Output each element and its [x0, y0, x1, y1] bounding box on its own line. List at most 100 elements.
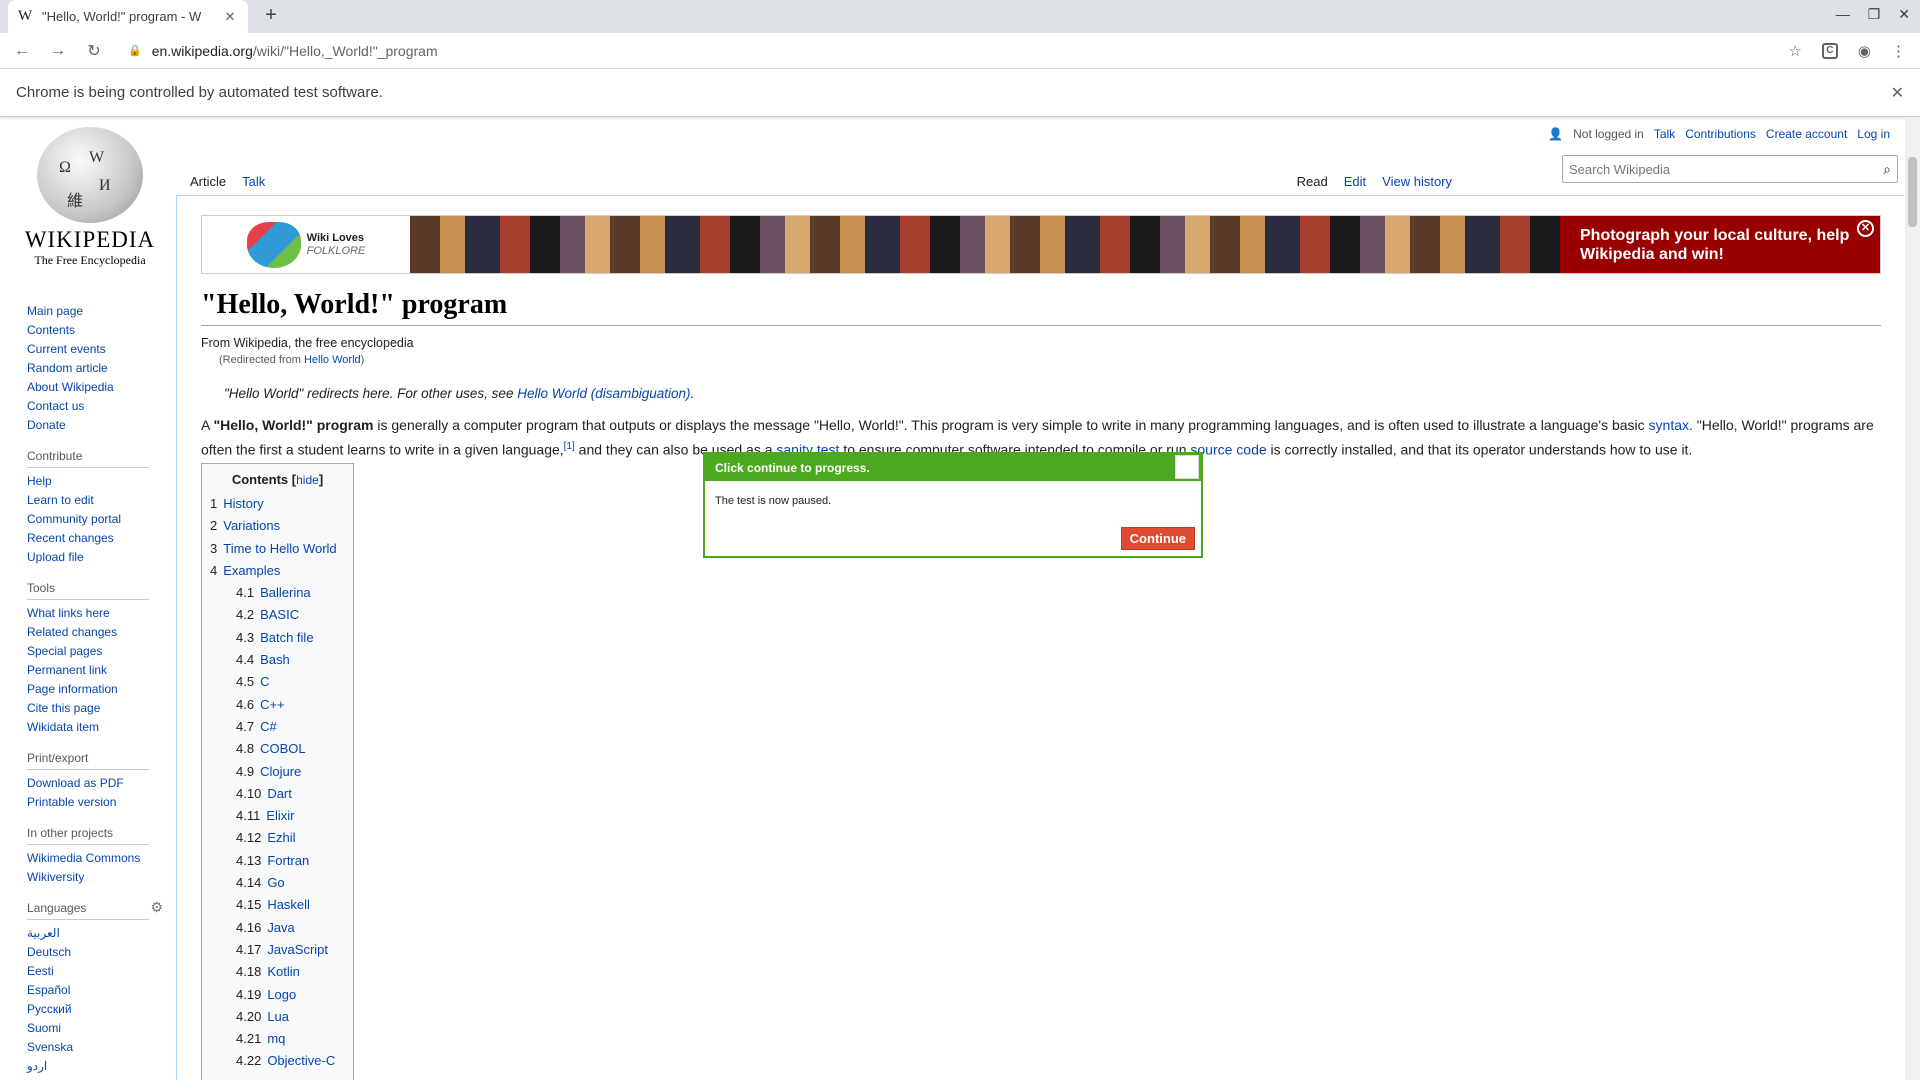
toc-item-link[interactable]: Objective-C	[267, 1053, 335, 1068]
nav-main-page[interactable]: Main page	[27, 304, 83, 318]
minimize-icon[interactable]: —	[1836, 6, 1850, 23]
toc-item[interactable]: 4.16 Java	[210, 917, 345, 939]
toc-item-link[interactable]: Time to Hello World	[223, 541, 336, 556]
toc-item-link[interactable]: Kotlin	[267, 964, 300, 979]
toc-item[interactable]: 4.22 Objective-C	[210, 1050, 345, 1072]
toc-item-link[interactable]: Go	[267, 875, 284, 890]
toc-item[interactable]: 4.4 Bash	[210, 649, 345, 671]
nav-contact[interactable]: Contact us	[27, 399, 84, 413]
lang-svenska[interactable]: Svenska	[27, 1040, 73, 1054]
toc-item-link[interactable]: Fortran	[267, 853, 309, 868]
tab-edit[interactable]: Edit	[1336, 169, 1374, 195]
lang-deutsch[interactable]: Deutsch	[27, 945, 71, 959]
tab-article[interactable]: Article	[182, 169, 234, 195]
nav-contents[interactable]: Contents	[27, 323, 75, 337]
nav-learn-to-edit[interactable]: Learn to edit	[27, 493, 94, 507]
nav-current-events[interactable]: Current events	[27, 342, 106, 356]
toc-item-link[interactable]: Dart	[267, 786, 292, 801]
lang-arabic[interactable]: العربية	[27, 926, 60, 940]
nav-what-links-here[interactable]: What links here	[27, 606, 110, 620]
nav-page-information[interactable]: Page information	[27, 682, 118, 696]
toc-item[interactable]: 4.5 C	[210, 671, 345, 693]
toc-item[interactable]: 4.21 mq	[210, 1028, 345, 1050]
toc-item-link[interactable]: BASIC	[260, 607, 299, 622]
toc-item[interactable]: 4.2 BASIC	[210, 604, 345, 626]
lang-urdu[interactable]: اردو	[27, 1059, 47, 1073]
toc-item[interactable]: 3 Time to Hello World	[210, 538, 345, 560]
toc-item[interactable]: 4.13 Fortran	[210, 850, 345, 872]
nav-help[interactable]: Help	[27, 474, 52, 488]
redirect-link[interactable]: Hello World	[304, 354, 361, 366]
toc-item[interactable]: 4.15 Haskell	[210, 894, 345, 916]
toc-item[interactable]: 4.6 C++	[210, 694, 345, 716]
banner-close-icon[interactable]: ✕	[1857, 220, 1874, 237]
toc-item-link[interactable]: Examples	[223, 563, 280, 578]
toc-item[interactable]: 4.11 Elixir	[210, 805, 345, 827]
login-link[interactable]: Log in	[1857, 127, 1890, 141]
toc-item-link[interactable]: Ezhil	[267, 830, 295, 845]
browser-tab[interactable]: W "Hello, World!" program - W ✕	[8, 0, 248, 33]
reference-1-link[interactable]: [1]	[564, 441, 575, 452]
reload-button[interactable]: ↻	[80, 41, 108, 61]
lock-icon[interactable]: 🔒	[128, 44, 142, 57]
toc-item[interactable]: 4.7 C#	[210, 716, 345, 738]
nav-wikiversity[interactable]: Wikiversity	[27, 870, 84, 884]
nav-printable-version[interactable]: Printable version	[27, 795, 116, 809]
tab-read[interactable]: Read	[1289, 169, 1336, 195]
nav-about[interactable]: About Wikipedia	[27, 380, 114, 394]
toc-item[interactable]: 4.18 Kotlin	[210, 961, 345, 983]
toc-item-link[interactable]: History	[223, 496, 263, 511]
lang-russian[interactable]: Русский	[27, 1002, 72, 1016]
toc-item-link[interactable]: Elixir	[266, 808, 294, 823]
nav-special-pages[interactable]: Special pages	[27, 644, 102, 658]
toc-item-link[interactable]: C	[260, 674, 269, 689]
tab-view-history[interactable]: View history	[1374, 169, 1460, 195]
lang-espanol[interactable]: Español	[27, 983, 70, 997]
campaign-banner[interactable]: Wiki Loves FOLKLORE Photograph your loca…	[201, 215, 1881, 274]
profile-icon[interactable]: ◉	[1858, 42, 1871, 60]
toc-item-link[interactable]: COBOL	[260, 741, 306, 756]
personal-talk-link[interactable]: Talk	[1654, 127, 1675, 141]
toc-item-link[interactable]: Haskell	[267, 897, 310, 912]
toc-item[interactable]: 4.9 Clojure	[210, 761, 345, 783]
nav-donate[interactable]: Donate	[27, 418, 66, 432]
close-window-icon[interactable]: ✕	[1898, 6, 1910, 23]
tab-talk[interactable]: Talk	[234, 169, 273, 195]
banner-cta[interactable]: Photograph your local culture, help Wiki…	[1560, 216, 1880, 273]
nav-cite-this-page[interactable]: Cite this page	[27, 701, 100, 715]
new-tab-button[interactable]: +	[258, 4, 284, 27]
toc-item-link[interactable]: JavaScript	[267, 942, 328, 957]
syntax-link[interactable]: syntax	[1649, 417, 1689, 433]
page-scrollbar[interactable]	[1905, 117, 1920, 1080]
search-input[interactable]: Search Wikipedia ⌕	[1562, 155, 1898, 183]
toc-item-link[interactable]: Bash	[260, 652, 290, 667]
nav-wikimedia-commons[interactable]: Wikimedia Commons	[27, 851, 140, 865]
restore-icon[interactable]: ❐	[1868, 6, 1881, 23]
nav-download-pdf[interactable]: Download as PDF	[27, 776, 124, 790]
toc-item-link[interactable]: Clojure	[260, 764, 301, 779]
toc-item[interactable]: 4.14 Go	[210, 872, 345, 894]
continue-button[interactable]: Continue	[1120, 527, 1195, 550]
nav-wikidata-item[interactable]: Wikidata item	[27, 720, 99, 734]
toc-item-link[interactable]: C++	[260, 697, 285, 712]
back-button[interactable]: ←	[8, 42, 36, 60]
nav-permanent-link[interactable]: Permanent link	[27, 663, 107, 677]
close-tab-icon[interactable]: ✕	[222, 9, 238, 25]
gear-icon[interactable]: ⚙	[150, 899, 163, 916]
toc-item[interactable]: 1 History	[210, 493, 345, 515]
toc-item-link[interactable]: Ballerina	[260, 585, 311, 600]
toc-item[interactable]: 4.8 COBOL	[210, 738, 345, 760]
toc-item[interactable]: 4.3 Batch file	[210, 627, 345, 649]
toc-item-link[interactable]: Lua	[267, 1009, 289, 1024]
lang-suomi[interactable]: Suomi	[27, 1021, 61, 1035]
disambiguation-link[interactable]: Hello World (disambiguation)	[517, 386, 690, 401]
toc-hide-link[interactable]: hide	[296, 473, 319, 487]
toc-item[interactable]: 4.17 JavaScript	[210, 939, 345, 961]
bookmark-star-icon[interactable]: ☆	[1788, 42, 1801, 60]
toc-item[interactable]: 4.1 Ballerina	[210, 582, 345, 604]
scrollbar-thumb[interactable]	[1908, 157, 1917, 227]
toc-item[interactable]: 2 Variations	[210, 515, 345, 537]
nav-recent-changes[interactable]: Recent changes	[27, 531, 114, 545]
toc-item[interactable]: 4.19 Logo	[210, 984, 345, 1006]
toc-item[interactable]: 4.12 Ezhil	[210, 827, 345, 849]
